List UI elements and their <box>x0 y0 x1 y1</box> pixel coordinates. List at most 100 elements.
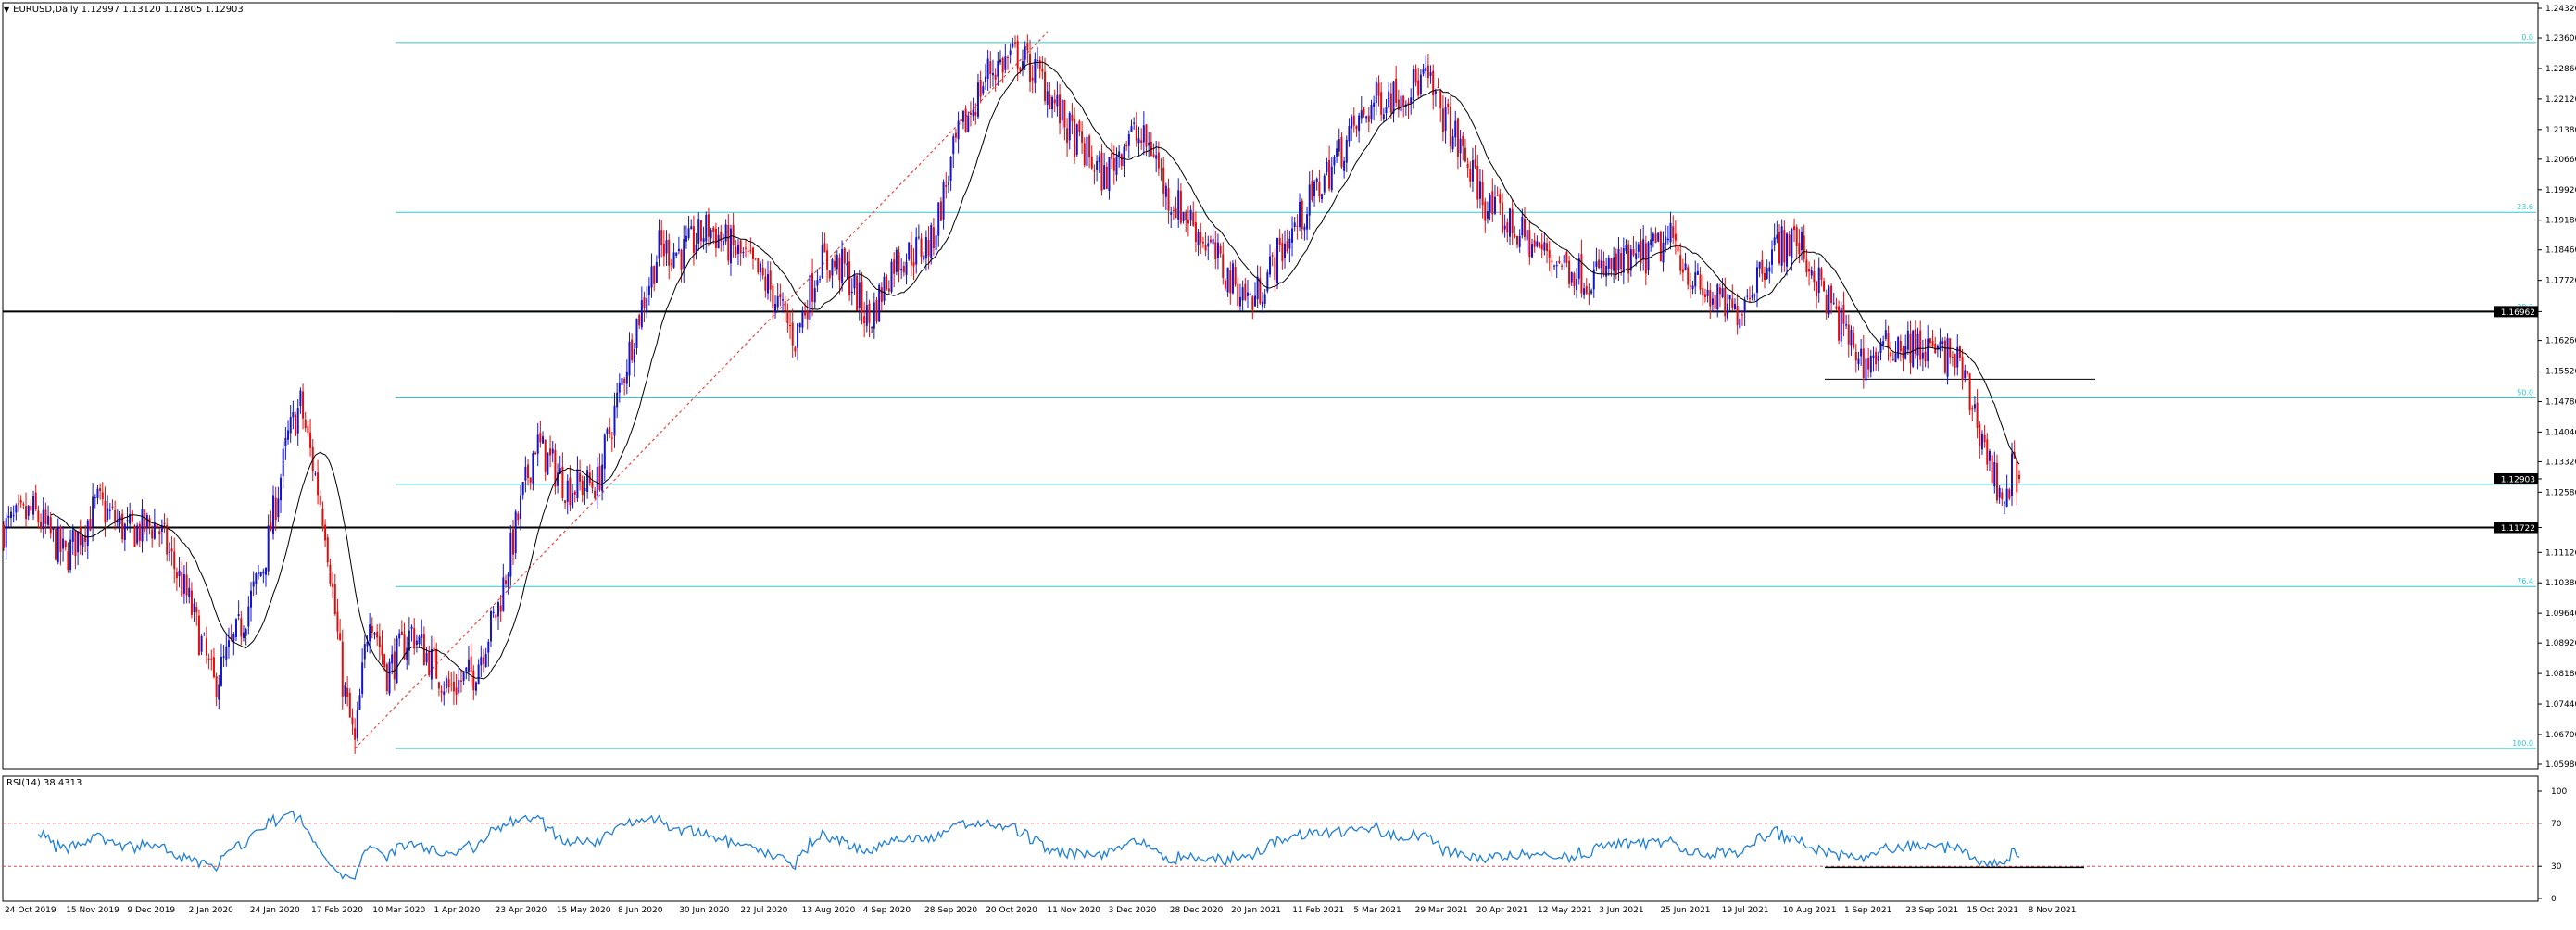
candle-body <box>1887 333 1890 349</box>
candle-body <box>79 527 82 546</box>
candle-body <box>893 259 896 274</box>
candle-body <box>875 299 878 321</box>
candle-body <box>549 448 552 456</box>
candle-body <box>1929 338 1931 344</box>
candle-body <box>675 252 678 256</box>
candle-body <box>1882 341 1885 346</box>
candle-body <box>1805 259 1808 273</box>
candle-body <box>121 513 124 540</box>
candle-body <box>1049 94 1051 110</box>
candle-body <box>182 574 185 594</box>
candle-body <box>44 509 47 524</box>
candle-body <box>1583 288 1586 295</box>
candle-body <box>984 76 986 83</box>
candle-body <box>853 274 856 289</box>
price-axis-label: 1.10380 <box>2545 579 2576 588</box>
price-axis-label: 1.23600 <box>2545 34 2576 44</box>
candle-body <box>806 311 809 320</box>
candle-body <box>945 185 948 187</box>
dropdown-triangle-icon[interactable]: ▼ <box>4 6 9 14</box>
candle-body <box>1788 234 1791 256</box>
candle-body <box>972 109 974 117</box>
candle-body <box>1009 50 1012 55</box>
candle-body <box>1961 357 1964 381</box>
candle-body <box>252 581 255 587</box>
candle-body <box>458 680 460 694</box>
candle-body <box>1360 110 1363 119</box>
candle-body <box>1993 461 1996 487</box>
candle-body <box>319 496 321 505</box>
candle-body <box>1241 287 1244 301</box>
main-pane-frame <box>2 2 2539 770</box>
candle-body <box>1363 107 1365 115</box>
candle-body <box>1921 352 1924 359</box>
candle-body <box>1175 208 1177 219</box>
price-axis-label: 1.21380 <box>2545 126 2576 135</box>
candle-body <box>819 279 822 281</box>
candle-body <box>960 119 962 121</box>
candle-body <box>1501 202 1503 233</box>
candle-body <box>1351 116 1353 129</box>
candle-body <box>1524 219 1527 238</box>
candle-body <box>62 538 65 549</box>
candle-body <box>215 676 218 698</box>
date-axis-label: 8 Jun 2020 <box>618 906 663 915</box>
candle-body <box>989 61 992 75</box>
candle-body <box>789 325 792 327</box>
candle-body <box>957 120 960 140</box>
candle-body <box>267 525 270 572</box>
candle-body <box>1338 139 1340 152</box>
candle-body <box>1632 249 1635 256</box>
candle-body <box>1059 94 1062 124</box>
candle-body <box>1389 93 1392 113</box>
candle-body <box>237 614 240 617</box>
candle-body <box>1872 355 1875 358</box>
candle-body <box>1261 301 1263 308</box>
candle-body <box>1539 242 1541 248</box>
fib-level-label: 76.4 <box>2517 577 2533 585</box>
candle-body <box>735 246 737 256</box>
candle-body <box>1973 404 1976 409</box>
candle-body <box>82 537 84 547</box>
candle-body <box>212 657 215 678</box>
candle-body <box>1296 225 1299 227</box>
candle-body <box>1786 233 1789 267</box>
candle-body <box>258 572 260 574</box>
candle-body <box>396 638 398 684</box>
candle-body <box>908 242 911 260</box>
candle-body <box>2008 489 2011 499</box>
chart-window[interactable]: 0.023.638.250.061.876.4100.01.243201.236… <box>0 0 2576 927</box>
candle-body <box>227 640 230 647</box>
price-axis-label: 1.12580 <box>2545 488 2576 497</box>
candle-body <box>1358 115 1361 132</box>
candle-body <box>1012 44 1014 47</box>
candle-body <box>131 510 133 522</box>
candle-body <box>804 312 807 316</box>
candle-body <box>89 519 92 531</box>
candle-body <box>1137 138 1140 144</box>
trend-line[interactable] <box>354 31 1049 749</box>
fib-level-label: 50.0 <box>2517 388 2533 396</box>
price-axis-label: 1.17720 <box>2545 277 2576 286</box>
candle-body <box>1600 260 1602 269</box>
fibonacci-retracement[interactable]: 0.023.638.250.061.876.4100.0 <box>396 33 2536 749</box>
price-chart[interactable]: 0.023.638.250.061.876.4100.01.243201.236… <box>0 0 2576 927</box>
candle-body <box>19 500 22 503</box>
candle-body <box>868 303 871 323</box>
candle-body <box>1187 219 1189 224</box>
candle-body <box>1140 140 1143 143</box>
candle-body <box>1740 314 1743 316</box>
price-axis-label: 1.22120 <box>2545 95 2576 105</box>
candle-body <box>69 539 72 571</box>
date-axis-label: 10 Aug 2021 <box>1783 906 1837 915</box>
candle-body <box>772 285 774 308</box>
candle-body <box>1086 136 1088 167</box>
candle-body <box>47 515 50 525</box>
chart-header: ▼ EURUSD,Daily 1.12997 1.13120 1.12805 1.… <box>4 5 244 15</box>
candle-body <box>324 524 327 541</box>
candle-body <box>1983 434 1986 443</box>
candle-body <box>1388 91 1390 107</box>
candle-body <box>1665 236 1667 245</box>
candle-body <box>1558 261 1561 263</box>
candle-body <box>967 115 970 132</box>
